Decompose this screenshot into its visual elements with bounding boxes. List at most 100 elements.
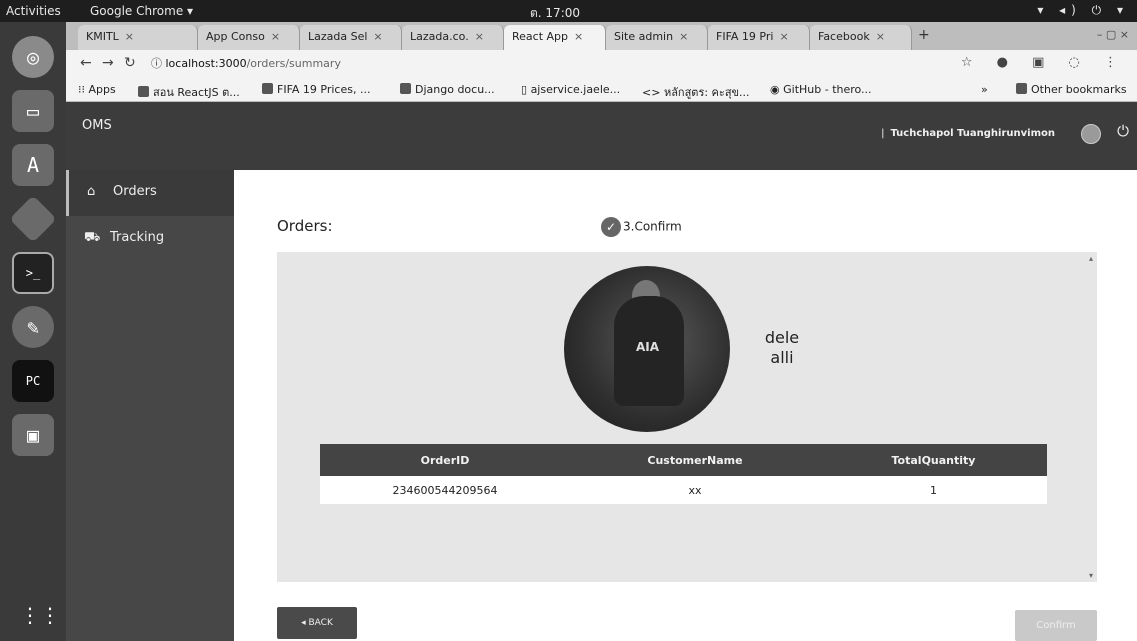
user-name: Tuchchapol Tuanghirunvimon [890, 128, 1055, 139]
player-photo: AIA [564, 266, 730, 432]
tab-kmitl[interactable]: KMITL × [78, 25, 198, 50]
truck-icon: ⛟ [84, 230, 101, 245]
new-tab-button[interactable]: + [918, 27, 930, 43]
git-icon[interactable] [9, 195, 57, 243]
bookmark-item[interactable]: FIFA 19 Prices, ... [262, 83, 370, 96]
app-menu[interactable]: Google Chrome ▾ [90, 4, 193, 18]
apps-grid-icon: ⁝⁝ [78, 83, 89, 96]
summary-panel[interactable]: ▴ AIA dele alli OrderID CustomerName Tot… [277, 252, 1097, 582]
system-tray[interactable]: ▾ ◂) ⏻ ▾ [1037, 3, 1129, 18]
info-icon: ⓘ [151, 57, 166, 70]
tab-label: React App [512, 30, 569, 43]
tab-facebook[interactable]: Facebook × [810, 25, 912, 50]
bookmark-label: Django docu... [415, 83, 495, 96]
activities-button[interactable]: Activities [6, 4, 61, 18]
scroll-down-icon[interactable]: ▾ [1089, 571, 1093, 580]
column-header-customername: CustomerName [647, 453, 743, 467]
close-icon[interactable]: × [475, 30, 484, 43]
close-icon[interactable]: × [679, 30, 688, 43]
avatar[interactable] [1081, 124, 1101, 144]
sidebar-item-label: Tracking [110, 230, 165, 245]
table-row: 234600544209564 xx 1 [320, 476, 1047, 504]
tab-react-app[interactable]: React App × [504, 25, 606, 50]
web-app: OMS | Tuchchapol Tuanghirunvimon ⏻ ⌂ Order… [66, 102, 1137, 641]
player-last-name: alli [770, 348, 794, 367]
column-header-orderid: OrderID [420, 453, 470, 467]
bookmark-item[interactable]: ◉ GitHub - thero... [770, 83, 872, 96]
reload-icon[interactable]: ↻ [124, 55, 136, 71]
tab-label: Site admin [614, 30, 674, 43]
extension-icons[interactable]: ☆ ● ▣ ◌ ⋮ [961, 55, 1127, 70]
tab-strip: KMITL × App Conso × Lazada Sel × Lazada.co.… [66, 22, 1137, 50]
bookmark-item[interactable]: <> หลักสูตร: คะสุข... [642, 83, 750, 101]
url-field[interactable]: ⓘ localhost:3000/orders/summary [151, 55, 341, 71]
apps-bookmark[interactable]: ⁝⁝ Apps [78, 83, 116, 96]
sidebar-item-orders[interactable]: ⌂ Orders [66, 170, 234, 216]
main-content: Orders: ✓ 3.Confirm ▴ AIA dele alli Order… [234, 170, 1137, 641]
orders-table: OrderID CustomerName TotalQuantity 23460… [320, 444, 1047, 504]
cell-totalquantity: 1 [930, 483, 937, 497]
bookmark-item[interactable]: สอน ReactJS ต... [138, 83, 240, 101]
page-icon: ▯ [521, 83, 531, 96]
user-separator: | [881, 128, 885, 139]
browser-window: KMITL × App Conso × Lazada Sel × Lazada.co.… [66, 22, 1137, 641]
chrome-icon[interactable]: ◎ [12, 36, 54, 78]
player-name: dele alli [752, 328, 812, 368]
close-icon[interactable]: × [876, 30, 885, 43]
tab-lazada[interactable]: Lazada.co. × [402, 25, 504, 50]
tab-label: KMITL [86, 30, 119, 43]
files-drawer-icon[interactable]: ▭ [12, 90, 54, 132]
cell-customername: xx [688, 483, 702, 497]
bookmark-label: ajservice.jaele... [530, 83, 621, 96]
check-circle-icon: ✓ [601, 217, 621, 237]
back-arrow-icon[interactable]: ← [80, 55, 92, 71]
terminal-icon[interactable]: >_ [12, 252, 54, 294]
other-bookmarks[interactable]: Other bookmarks [1016, 83, 1127, 96]
confirm-button[interactable]: Confirm [1015, 610, 1097, 641]
tab-lazada-seller[interactable]: Lazada Sel × [300, 25, 402, 50]
forward-arrow-icon[interactable]: → [102, 55, 114, 71]
tab-label: App Conso [206, 30, 265, 43]
bookmark-label: หลักสูตร: คะสุข... [663, 86, 750, 99]
tab-app-console[interactable]: App Conso × [198, 25, 300, 50]
tab-site-admin[interactable]: Site admin × [606, 25, 708, 50]
terminal-glyph: >_ [25, 266, 41, 280]
system-top-bar: Activities Google Chrome ▾ ต. 17:00 ▾ ◂)… [0, 0, 1137, 22]
tab-label: Lazada.co. [410, 30, 469, 43]
page-title: Orders: [277, 217, 333, 235]
file-manager-icon[interactable]: ▣ [12, 414, 54, 456]
close-icon[interactable]: × [779, 30, 788, 43]
close-icon[interactable]: × [574, 30, 583, 43]
close-icon[interactable]: × [125, 30, 134, 43]
bookmark-item[interactable]: Django docu... [400, 83, 495, 96]
power-icon[interactable]: ⏻ [1117, 122, 1129, 140]
url-host: localhost:3000 [165, 57, 247, 70]
jersey-sponsor: AIA [636, 340, 660, 354]
table-header: OrderID CustomerName TotalQuantity [320, 444, 1047, 476]
back-button[interactable]: ◂ BACK [277, 607, 357, 639]
tab-fifa[interactable]: FIFA 19 Pri × [708, 25, 810, 50]
software-center-icon[interactable]: A [12, 144, 54, 186]
close-icon[interactable]: × [271, 30, 280, 43]
scroll-up-icon[interactable]: ▴ [1089, 254, 1093, 263]
cell-orderid: 234600544209564 [392, 483, 498, 497]
bookmark-label: สอน ReactJS ต... [153, 86, 240, 99]
bookmark-favicon-icon [138, 86, 149, 97]
bookmark-favicon-icon [262, 83, 273, 94]
app-brand[interactable]: OMS [82, 118, 112, 133]
player-first-name: dele [764, 328, 800, 347]
bookmark-label: GitHub - thero... [783, 83, 872, 96]
step-indicator: ✓ 3.Confirm [601, 217, 682, 237]
pycharm-glyph: PC [25, 374, 41, 388]
user-info: | Tuchchapol Tuanghirunvimon [881, 128, 1055, 139]
close-icon[interactable]: × [373, 30, 382, 43]
clock[interactable]: ต. 17:00 [530, 4, 580, 23]
tab-label: Facebook [818, 30, 870, 43]
editor-icon[interactable]: ✎ [12, 306, 54, 348]
window-controls[interactable]: – ▢ × [1097, 28, 1129, 41]
sidebar-item-tracking[interactable]: ⛟ Tracking [66, 216, 234, 262]
bookmarks-bar: ⁝⁝ Apps สอน ReactJS ต... FIFA 19 Prices,… [66, 78, 1137, 102]
bookmarks-overflow[interactable]: » [981, 83, 988, 96]
pycharm-icon[interactable]: PC [12, 360, 54, 402]
bookmark-item[interactable]: ▯ ajservice.jaele... [521, 83, 620, 96]
